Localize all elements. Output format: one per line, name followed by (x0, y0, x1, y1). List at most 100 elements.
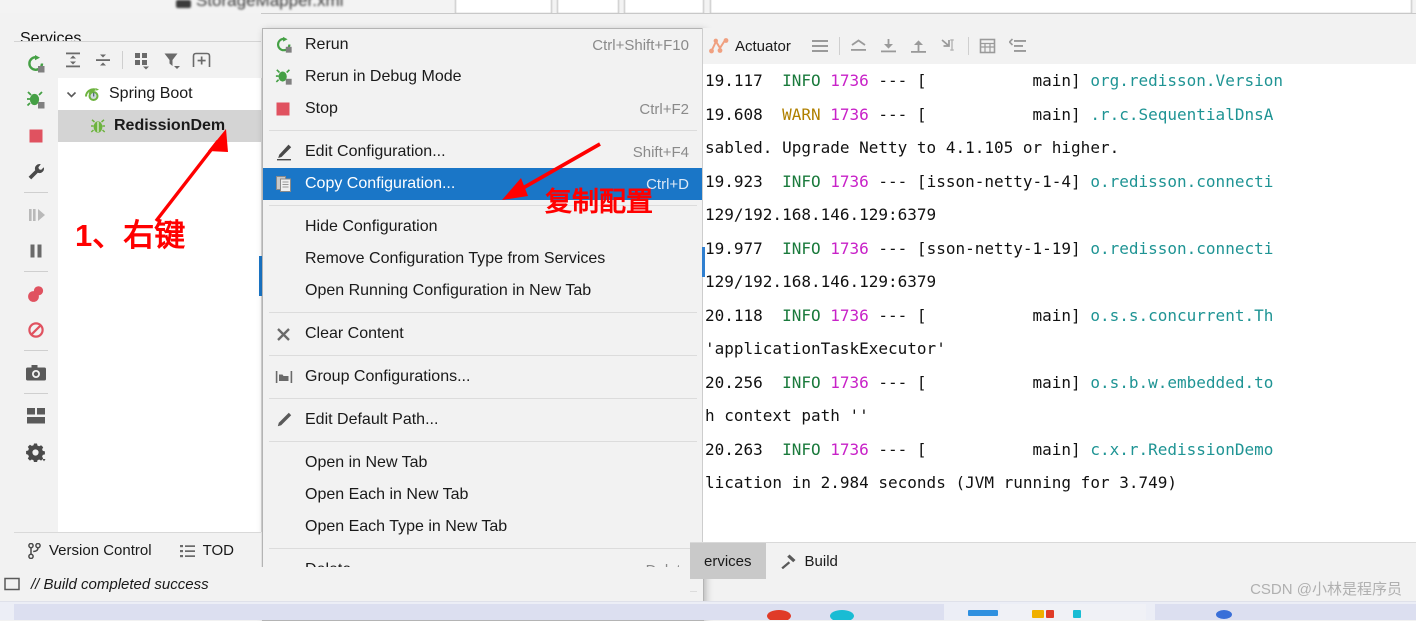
chevron-down-icon[interactable] (58, 88, 84, 101)
services-run-toolbar (14, 42, 59, 532)
log-line: 19.608 WARN 1736 --- [ main] .r.c.Sequen… (705, 104, 1274, 124)
camera-icon[interactable] (14, 355, 58, 391)
menu-lines-icon[interactable] (805, 31, 835, 61)
menu-item-stop[interactable]: Stop Ctrl+F2 (263, 93, 703, 125)
todo-list-icon (179, 544, 195, 558)
settings-wrench-icon[interactable] (14, 154, 58, 190)
log-level: INFO (782, 171, 821, 191)
resume-program-icon[interactable] (14, 197, 58, 233)
menu-item-rerun-debug[interactable]: Rerun in Debug Mode (263, 61, 703, 93)
log-class: o.s.b.w.embedded.to (1090, 372, 1274, 392)
layout-icon[interactable] (14, 398, 58, 434)
group-by-icon[interactable] (127, 45, 157, 75)
log-level: INFO (782, 372, 821, 392)
log-level: INFO (782, 439, 821, 459)
menu-item-shortcut: Ctrl+Shift+F10 (592, 36, 689, 54)
stop-icon[interactable] (14, 118, 58, 154)
collapse-all-icon[interactable] (88, 45, 118, 75)
tree-row[interactable]: RedissionDem (58, 110, 261, 142)
tool-window-todo[interactable]: TOD (166, 533, 248, 568)
soft-wrap-icon[interactable] (844, 31, 874, 61)
log-thread: isson-netty-1-4] (926, 171, 1081, 191)
log-thread: sson-netty-1-19] (926, 238, 1081, 258)
branch-icon (28, 542, 41, 559)
status-bar-message: // Build completed success (31, 575, 209, 593)
menu-item-open-in-new-tab[interactable]: Open in New Tab (263, 447, 703, 479)
filter-icon[interactable] (157, 45, 187, 75)
scroll-to-end-icon[interactable] (874, 31, 904, 61)
tab-box-3 (624, 0, 704, 13)
log-time: 20.118 (705, 305, 763, 325)
menu-item-open-running-configuration[interactable]: Open Running Configuration in New Tab (263, 275, 703, 307)
terminal-icon[interactable] (4, 577, 21, 592)
log-wrap-text: lication in 2.984 seconds (JVM running f… (705, 473, 1178, 492)
editor-tab-title[interactable]: StorageMapper.xml (196, 0, 343, 11)
tab-box-2 (557, 0, 619, 13)
taskbar-app-icon-4[interactable] (1032, 610, 1044, 618)
tree-item-label: RedissionDem (114, 117, 226, 134)
tree-row[interactable]: Spring Boot (58, 78, 261, 110)
menu-item-edit-default-path[interactable]: Edit Default Path... (263, 404, 703, 436)
mute-breakpoints-icon[interactable] (14, 312, 58, 348)
view-breakpoints-icon[interactable] (14, 276, 58, 312)
log-time: 19.977 (705, 238, 763, 258)
menu-item-label: Open Running Configuration in New Tab (305, 282, 592, 299)
menu-item-clear-content[interactable]: Clear Content (263, 318, 703, 350)
log-pid: 1736 (830, 439, 869, 459)
log-class: c.x.r.RedissionDemo (1090, 439, 1274, 459)
print-icon[interactable] (934, 31, 964, 61)
menu-item-group-configurations[interactable]: Group Configurations... (263, 361, 703, 393)
rail-divider-4 (24, 393, 48, 394)
menu-item-remove-configuration-type[interactable]: Remove Configuration Type from Services (263, 243, 703, 275)
taskbar-app-icon-6[interactable] (1073, 610, 1081, 618)
tool-window-label: Build (804, 552, 838, 570)
context-menu[interactable]: Rerun Ctrl+Shift+F10 Rerun in Debug Mode… (262, 28, 704, 621)
add-tab-icon[interactable] (187, 45, 217, 75)
console-output[interactable]: 19.117 INFO 1736 --- [ main] org.redisso… (703, 64, 1416, 542)
menu-item-rerun[interactable]: Rerun Ctrl+Shift+F10 (263, 29, 703, 61)
taskbar-app-icon-7[interactable] (1216, 610, 1232, 619)
taskbar-app-icon-5[interactable] (1046, 610, 1054, 618)
log-wrap-text: 129/192.168.146.129:6379 (705, 205, 937, 224)
log-class: org.redisson.Version (1090, 71, 1283, 90)
console-tab-label[interactable]: Actuator (735, 38, 791, 55)
rerun-icon[interactable] (14, 46, 58, 82)
debug-icon[interactable] (14, 82, 58, 118)
right-tool-window-bar: ervices Build (690, 542, 1416, 579)
pause-program-icon[interactable] (14, 233, 58, 269)
menu-item-label: Stop (305, 100, 338, 117)
log-class: .r.c.SequentialDnsA (1090, 104, 1274, 124)
log-thread: main] (926, 305, 1081, 325)
expand-all-icon[interactable] (58, 45, 88, 75)
log-line-wrap: h context path '' (703, 399, 1416, 433)
log-wrap-text: h context path '' (705, 406, 869, 425)
editor-tab-strip: StorageMapper.xml (0, 0, 1416, 14)
menu-item-label: Hide Configuration (305, 218, 438, 235)
tool-window-version-control[interactable]: Version Control (14, 533, 166, 568)
gear-icon[interactable] (14, 434, 58, 470)
log-thread: main] (926, 71, 1081, 90)
tab-box-1 (455, 0, 552, 13)
taskbar-app-icon-3[interactable] (968, 610, 998, 616)
scroll-to-top-icon[interactable] (904, 31, 934, 61)
console-caret-marker (702, 247, 705, 277)
menu-separator (269, 398, 697, 399)
tool-window-build[interactable]: Build (766, 543, 852, 579)
rail-divider-1 (24, 192, 48, 193)
log-pid: 1736 (830, 238, 869, 258)
xml-file-icon (176, 0, 191, 8)
copy-icon (275, 175, 305, 193)
log-line: 20.256 INFO 1736 --- [ main] o.s.b.w.emb… (705, 372, 1274, 392)
services-tree[interactable]: Spring Boot RedissionDem (58, 78, 262, 532)
tool-window-services[interactable]: ervices (690, 543, 766, 579)
toolbar-divider (967, 37, 969, 55)
sort-icon[interactable] (1003, 31, 1033, 61)
table-icon[interactable] (973, 31, 1003, 61)
menu-item-label: Remove Configuration Type from Services (305, 250, 606, 267)
hammer-icon (780, 553, 797, 569)
menu-item-edit-configuration[interactable]: Edit Configuration... Shift+F4 (263, 136, 703, 168)
annotation-copy-config: 复制配置 (545, 187, 653, 217)
menu-item-open-each-type-in-new-tab[interactable]: Open Each Type in New Tab (263, 511, 703, 543)
menu-item-open-each-in-new-tab[interactable]: Open Each in New Tab (263, 479, 703, 511)
log-wrap-text: 129/192.168.146.129:6379 (705, 272, 937, 291)
